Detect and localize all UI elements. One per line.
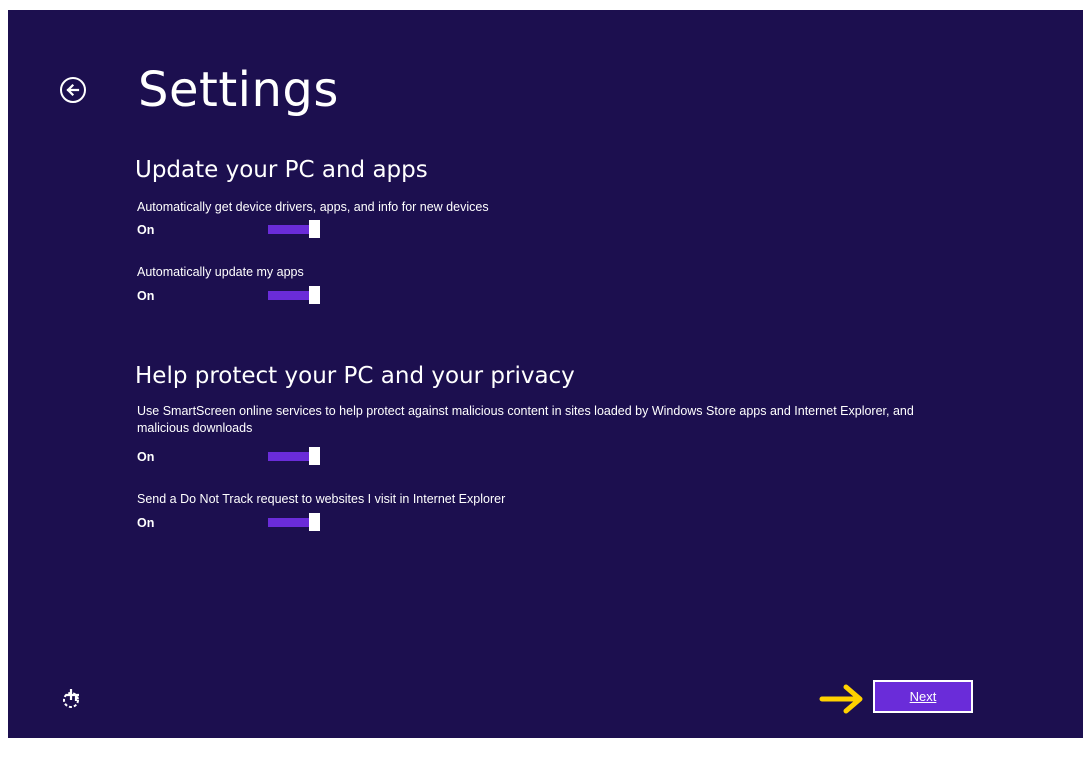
- page-title: Settings: [138, 62, 339, 118]
- toggle-knob[interactable]: [309, 286, 320, 304]
- section-heading-privacy: Help protect your PC and your privacy: [135, 363, 575, 389]
- next-button[interactable]: Next: [873, 680, 973, 713]
- setting-description-update-apps: Automatically update my apps: [137, 265, 304, 279]
- section-heading-update: Update your PC and apps: [135, 157, 428, 183]
- back-button[interactable]: [60, 77, 86, 103]
- toggle-do-not-track[interactable]: [266, 513, 322, 531]
- setting-state-do-not-track: On: [137, 516, 155, 530]
- setting-description-smartscreen: Use SmartScreen online services to help …: [137, 404, 914, 435]
- setting-state-update-apps: On: [137, 289, 155, 303]
- setup-screen: Settings Update your PC and apps Automat…: [8, 10, 1083, 738]
- toggle-track: [268, 291, 310, 300]
- yellow-arrow-icon: [819, 684, 863, 714]
- toggle-knob[interactable]: [309, 513, 320, 531]
- setting-state-smartscreen: On: [137, 450, 155, 464]
- toggle-device-drivers[interactable]: [266, 220, 322, 238]
- back-arrow-circle-icon: [66, 83, 80, 97]
- toggle-track: [268, 225, 310, 234]
- toggle-knob[interactable]: [309, 220, 320, 238]
- toggle-track: [268, 452, 310, 461]
- toggle-knob[interactable]: [309, 447, 320, 465]
- toggle-update-apps[interactable]: [266, 286, 322, 304]
- toggle-smartscreen[interactable]: [266, 447, 322, 465]
- setting-description-device-drivers: Automatically get device drivers, apps, …: [137, 200, 489, 214]
- setting-description-do-not-track: Send a Do Not Track request to websites …: [137, 492, 506, 506]
- toggle-track: [268, 518, 310, 527]
- setting-state-device-drivers: On: [137, 223, 155, 237]
- ease-of-access-icon[interactable]: [60, 686, 84, 710]
